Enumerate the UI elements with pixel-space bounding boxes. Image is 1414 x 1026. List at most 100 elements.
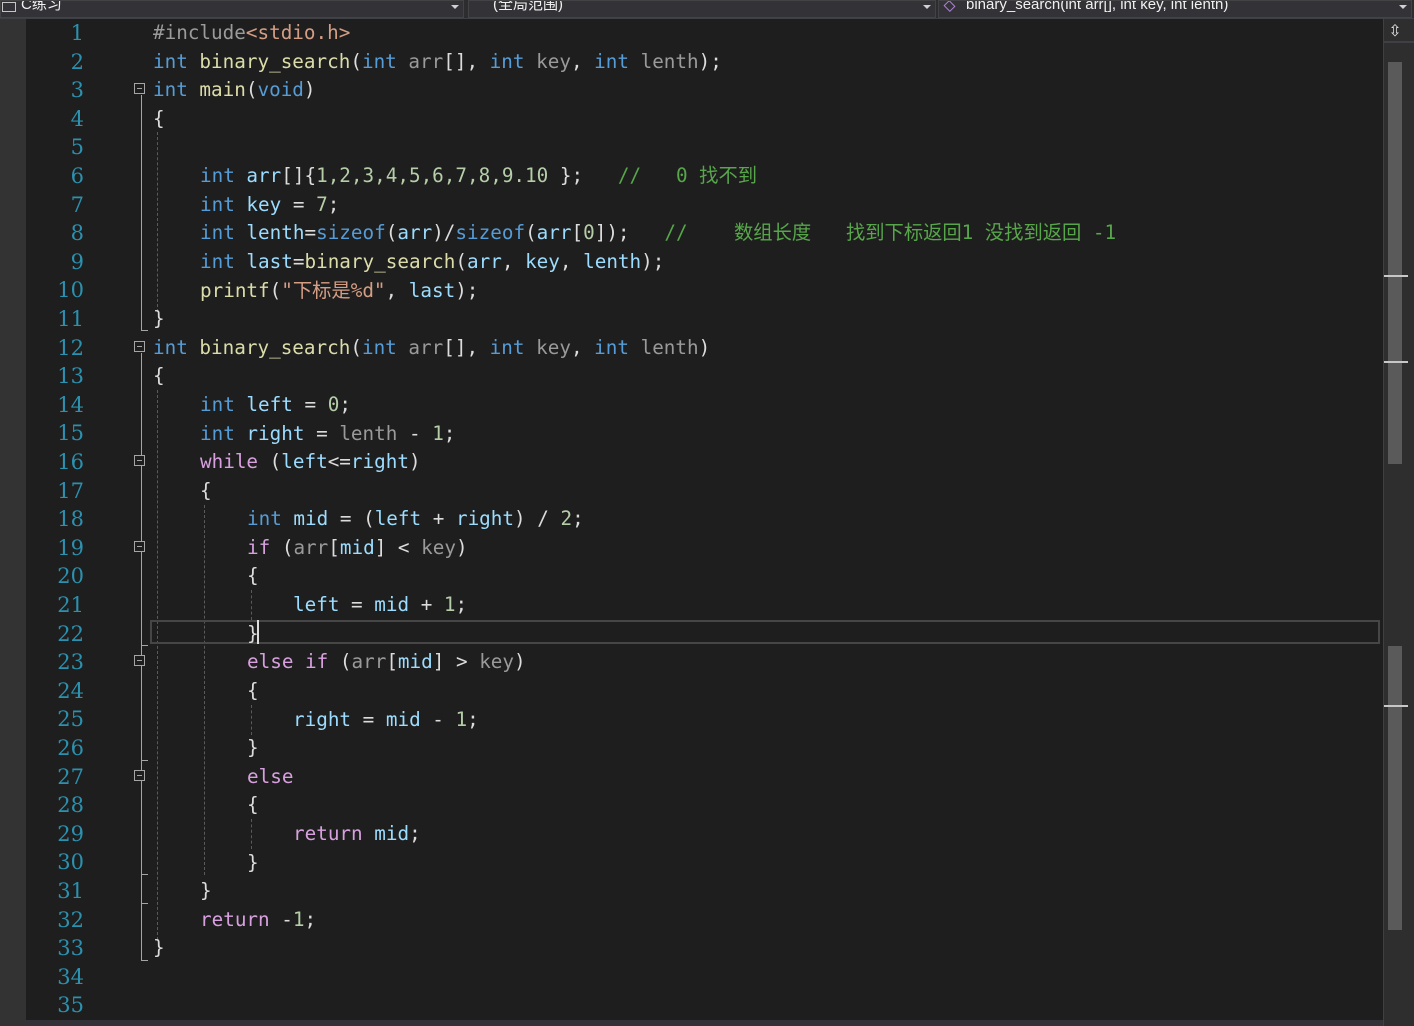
- token: int: [489, 50, 525, 73]
- line-number: 17: [57, 478, 84, 503]
- token: {: [200, 479, 212, 502]
- token: (: [328, 650, 352, 673]
- splitter[interactable]: [1384, 41, 1414, 43]
- scrollbar-thumb[interactable]: [1388, 62, 1402, 464]
- token: +: [421, 507, 456, 530]
- code-line-4[interactable]: {: [153, 105, 165, 133]
- line-number: 15: [57, 421, 84, 446]
- code-line-24[interactable]: {: [247, 677, 259, 705]
- token: 0: [583, 221, 595, 244]
- line-number: 34: [57, 964, 84, 989]
- token: mid: [339, 536, 375, 559]
- token: =: [292, 250, 305, 273]
- token: int: [594, 50, 629, 73]
- token: lenth: [628, 50, 699, 73]
- token: left: [293, 593, 340, 616]
- collapse-icon[interactable]: [134, 770, 145, 781]
- token: sizeof: [455, 221, 526, 244]
- member-dropdown[interactable]: binary_search(int arr[], int key, int le…: [938, 0, 1412, 18]
- token: main: [187, 78, 246, 101]
- token: (: [350, 50, 362, 73]
- code-line-15[interactable]: int right = lenth - 1;: [200, 420, 455, 448]
- code-line-32[interactable]: return -1;: [200, 906, 316, 934]
- code-line-18[interactable]: int mid = (left + right) / 2;: [247, 505, 584, 533]
- code-line-23[interactable]: else if (arr[mid] > key): [247, 648, 526, 676]
- token: };: [548, 164, 618, 187]
- code-line-1[interactable]: #include<stdio.h>: [153, 19, 350, 47]
- scope-dropdown-label: (全局范围): [493, 0, 563, 13]
- code-line-33[interactable]: }: [153, 934, 165, 962]
- token: );: [698, 50, 722, 73]
- comment: // 0 找不到: [617, 164, 758, 187]
- indent-guide: [204, 505, 205, 875]
- token: 2: [560, 507, 573, 530]
- token: arr: [536, 221, 572, 244]
- code-line-14[interactable]: int left = 0;: [200, 391, 351, 419]
- line-number: 8: [70, 221, 84, 246]
- code-line-7[interactable]: int key = 7;: [200, 191, 339, 219]
- code-line-16[interactable]: while (left<=right): [200, 448, 421, 476]
- code-line-8[interactable]: int lenth=sizeof(arr)/sizeof(arr[0]); //…: [200, 219, 1116, 247]
- scope-dropdown[interactable]: (全局范围): [468, 0, 936, 18]
- line-number: 24: [57, 678, 84, 703]
- project-dropdown[interactable]: C练习: [0, 0, 464, 18]
- code-line-10[interactable]: printf("下标是%d", last);: [200, 277, 478, 305]
- code-line-25[interactable]: right = mid - 1;: [293, 706, 479, 734]
- collapse-icon[interactable]: [134, 341, 145, 352]
- member-dropdown-label: binary_search(int arr[], int key, int le…: [966, 0, 1229, 13]
- horizontal-scrollbar[interactable]: [26, 1020, 1383, 1026]
- token: last: [408, 279, 456, 302]
- line-number: 4: [70, 106, 84, 131]
- code-line-11[interactable]: }: [153, 305, 165, 333]
- scrollbar-thumb[interactable]: [1388, 646, 1402, 930]
- line-number: 33: [57, 936, 84, 961]
- token: 1: [292, 908, 305, 931]
- split-window-icon[interactable]: ⇳: [1386, 22, 1404, 40]
- token: last: [234, 250, 293, 273]
- token: int: [594, 336, 629, 359]
- code-line-21[interactable]: left = mid + 1;: [293, 591, 467, 619]
- indent-guide: [157, 390, 158, 940]
- code-line-26[interactable]: }: [247, 734, 259, 762]
- code-line-17[interactable]: {: [200, 477, 212, 505]
- token: int: [153, 78, 188, 101]
- collapse-icon[interactable]: [134, 655, 145, 666]
- line-number: 31: [57, 879, 84, 903]
- code-line-3[interactable]: int main(void): [153, 76, 316, 104]
- token: arr: [397, 221, 433, 244]
- token: }: [247, 851, 259, 874]
- code-line-6[interactable]: int arr[]{1,2,3,4,5,6,7,8,9.10 }; // 0 找…: [200, 162, 757, 190]
- code-line-29[interactable]: return mid;: [293, 820, 421, 848]
- code-line-19[interactable]: if (arr[mid] < key): [247, 534, 468, 562]
- line-number: 35: [57, 993, 84, 1018]
- code-line-13[interactable]: {: [153, 362, 165, 390]
- token: ,: [559, 250, 584, 273]
- code-line-20[interactable]: {: [247, 562, 259, 590]
- code-line-12[interactable]: int binary_search(int arr[], int key, in…: [153, 334, 710, 362]
- token: = (: [328, 507, 375, 530]
- token: sizeof: [316, 221, 386, 244]
- code-line-31[interactable]: }: [200, 877, 212, 905]
- token: 0: [327, 393, 340, 416]
- token: mid: [385, 708, 421, 731]
- token: [],: [443, 50, 490, 73]
- token: ;: [467, 708, 479, 731]
- token: {: [247, 564, 259, 587]
- token: while: [200, 450, 259, 473]
- token: right: [234, 422, 305, 445]
- code-line-28[interactable]: {: [247, 791, 259, 819]
- token: binary_search: [187, 50, 351, 73]
- code-line-30[interactable]: }: [247, 849, 259, 877]
- token: ): [698, 336, 711, 359]
- token: -: [420, 708, 456, 731]
- code-line-2[interactable]: int binary_search(int arr[], int key, in…: [153, 48, 722, 76]
- token: 7: [316, 193, 328, 216]
- collapse-icon[interactable]: [134, 83, 145, 94]
- collapse-icon[interactable]: [134, 541, 145, 552]
- indent-guide: [251, 819, 252, 849]
- code-line-27[interactable]: else: [247, 763, 293, 791]
- token: mid: [374, 593, 410, 616]
- collapse-icon[interactable]: [134, 455, 145, 466]
- token: arr: [467, 250, 502, 273]
- code-line-9[interactable]: int last=binary_search(arr, key, lenth);: [200, 248, 664, 276]
